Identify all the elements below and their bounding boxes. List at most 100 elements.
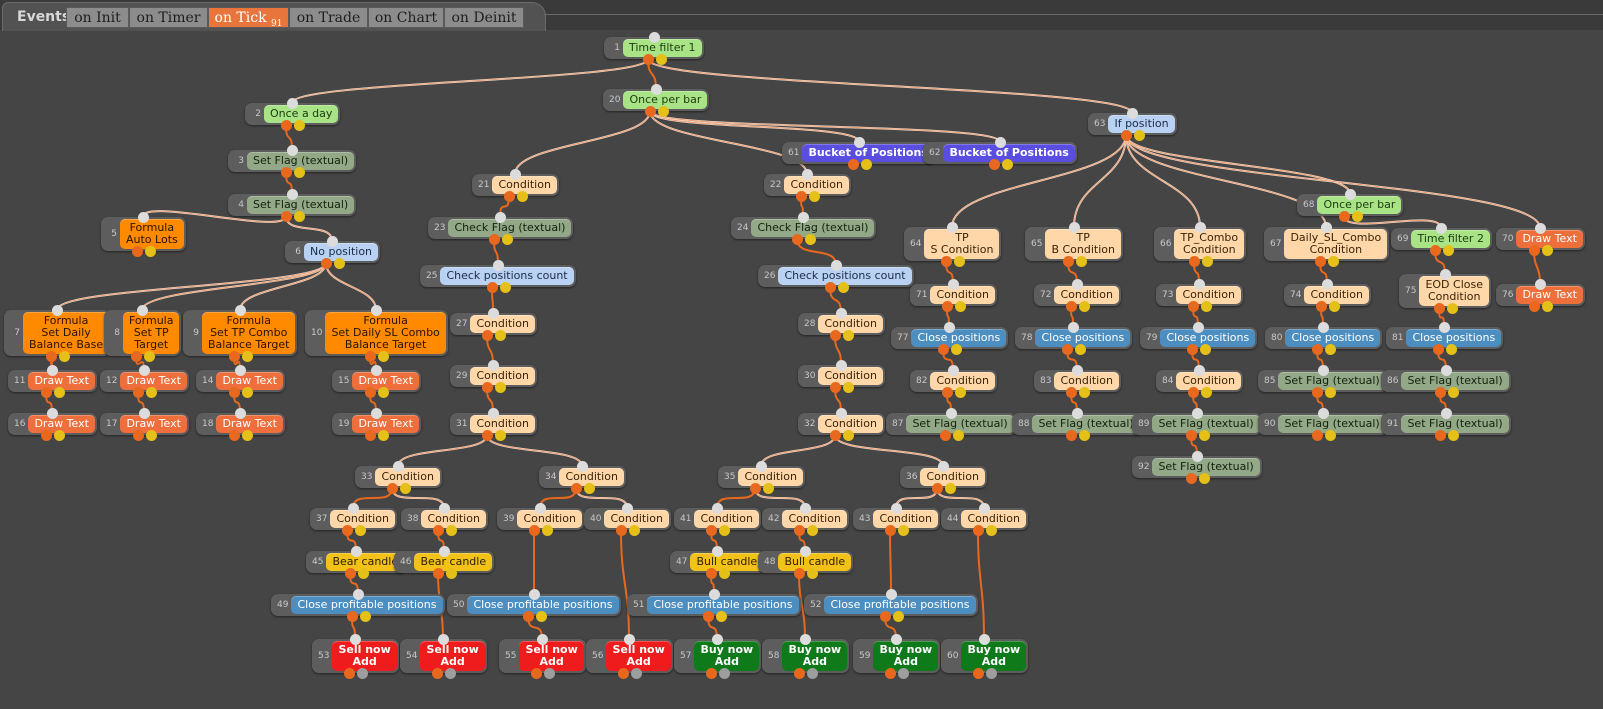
node-4-set-flag-textual[interactable]: 4 Set Flag (textual) <box>228 194 357 216</box>
node-86-set-flag-textual[interactable]: 86 Set Flag (textual) <box>1381 370 1511 392</box>
node-id: 12 <box>106 376 118 386</box>
node-39-condition[interactable]: 39 Condition <box>497 508 584 530</box>
node-37-condition[interactable]: 37 Condition <box>310 508 397 530</box>
node-33-condition[interactable]: 33 Condition <box>355 466 442 488</box>
node-36-condition[interactable]: 36 Condition <box>900 466 987 488</box>
node-48-bull-candle[interactable]: 48 Bull candle <box>758 551 854 573</box>
node-9-formula-set-tp-combo-balance-target[interactable]: 9 Formula Set TP Combo Balance Target <box>183 310 298 356</box>
node-23-check-flag-textual[interactable]: 23 Check Flag (textual) <box>428 217 574 239</box>
node-8-formula-set-tp-target[interactable]: 8 Formula Set TP Target <box>104 310 182 356</box>
node-49-close-profitable-positions[interactable]: 49 Close profitable positions <box>271 594 445 616</box>
node-89-set-flag-textual[interactable]: 89 Set Flag (textual) <box>1132 413 1262 435</box>
node-78-close-positions[interactable]: 78 Close positions <box>1015 327 1133 349</box>
node-76-draw-text[interactable]: 76 Draw Text <box>1496 284 1585 306</box>
node-85-set-flag-textual[interactable]: 85 Set Flag (textual) <box>1258 370 1388 392</box>
node-61-bucket-of-positions[interactable]: 61 Bucket of Positions <box>782 142 936 164</box>
node-59-buy-now-add[interactable]: 59 Buy now Add <box>853 639 941 673</box>
node-41-condition[interactable]: 41 Condition <box>674 508 761 530</box>
node-51-close-profitable-positions[interactable]: 51 Close profitable positions <box>627 594 801 616</box>
node-69-time-filter-2[interactable]: 69 Time filter 2 <box>1391 228 1492 250</box>
node-3-set-flag-textual[interactable]: 3 Set Flag (textual) <box>228 150 357 172</box>
node-1-time-filter-1[interactable]: 1 Time filter 1 <box>604 37 704 59</box>
node-80-close-positions[interactable]: 80 Close positions <box>1265 327 1383 349</box>
node-2-once-a-day[interactable]: 2 Once a day <box>245 103 341 125</box>
tab-on-deinit[interactable]: on Deinit <box>444 7 524 28</box>
node-88-set-flag-textual[interactable]: 88 Set Flag (textual) <box>1012 413 1142 435</box>
node-25-check-positions-count[interactable]: 25 Check positions count <box>420 265 576 287</box>
node-66-tp-combo-condition[interactable]: 66 TP_Combo Condition <box>1154 227 1247 261</box>
node-70-draw-text[interactable]: 70 Draw Text <box>1496 228 1585 250</box>
node-71-condition[interactable]: 71 Condition <box>910 284 997 306</box>
node-50-close-profitable-positions[interactable]: 50 Close profitable positions <box>447 594 621 616</box>
node-57-buy-now-add[interactable]: 57 Buy now Add <box>674 639 762 673</box>
node-11-draw-text[interactable]: 11 Draw Text <box>8 370 97 392</box>
node-68-once-per-bar[interactable]: 68 Once per bar <box>1297 194 1404 216</box>
node-47-bull-candle[interactable]: 47 Bull candle <box>670 551 766 573</box>
node-19-draw-text[interactable]: 19 Draw Text <box>332 413 421 435</box>
node-10-formula-set-daily-sl-combo-balance-target[interactable]: 10 Formula Set Daily SL Combo Balance Targe… <box>305 310 448 356</box>
node-15-draw-text[interactable]: 15 Draw Text <box>332 370 421 392</box>
node-83-condition[interactable]: 83 Condition <box>1034 370 1121 392</box>
node-92-set-flag-textual[interactable]: 92 Set Flag (textual) <box>1132 456 1262 478</box>
node-84-condition[interactable]: 84 Condition <box>1156 370 1243 392</box>
node-38-condition[interactable]: 38 Condition <box>401 508 488 530</box>
node-28-condition[interactable]: 28 Condition <box>798 313 885 335</box>
node-74-condition[interactable]: 74 Condition <box>1284 284 1371 306</box>
node-label-line: Set Flag (textual) <box>1284 417 1380 430</box>
node-60-buy-now-add[interactable]: 60 Buy now Add <box>941 639 1029 673</box>
node-58-buy-now-add[interactable]: 58 Buy now Add <box>762 639 850 673</box>
node-17-draw-text[interactable]: 17 Draw Text <box>100 413 189 435</box>
node-22-condition[interactable]: 22 Condition <box>764 174 851 196</box>
node-29-condition[interactable]: 29 Condition <box>450 365 537 387</box>
node-52-close-profitable-positions[interactable]: 52 Close profitable positions <box>804 594 978 616</box>
node-67-daily-sl-combo-condition[interactable]: 67 Daily_SL_Combo Condition <box>1264 227 1390 261</box>
node-81-close-positions[interactable]: 81 Close positions <box>1386 327 1504 349</box>
node-63-if-position[interactable]: 63 If position <box>1088 113 1177 135</box>
node-55-sell-now-add[interactable]: 55 Sell now Add <box>499 639 586 673</box>
node-35-condition[interactable]: 35 Condition <box>718 466 805 488</box>
node-32-condition[interactable]: 32 Condition <box>798 413 885 435</box>
node-56-sell-now-add[interactable]: 56 Sell now Add <box>586 639 673 673</box>
node-5-formula-auto-lots[interactable]: 5 Formula Auto Lots <box>101 217 186 251</box>
node-75-eod-close-condition[interactable]: 75 EOD Close Condition <box>1399 274 1491 308</box>
node-45-bear-candle[interactable]: 45 Bear candle <box>306 551 407 573</box>
node-82-condition[interactable]: 82 Condition <box>910 370 997 392</box>
tab-on-init[interactable]: on Init <box>66 7 129 28</box>
node-40-condition[interactable]: 40 Condition <box>584 508 671 530</box>
node-90-set-flag-textual[interactable]: 90 Set Flag (textual) <box>1258 413 1388 435</box>
node-62-bucket-of-positions[interactable]: 62 Bucket of Positions <box>923 142 1077 164</box>
node-91-set-flag-textual[interactable]: 91 Set Flag (textual) <box>1381 413 1511 435</box>
node-65-tp-b-condition[interactable]: 65 TP B Condition <box>1025 227 1123 261</box>
node-7-formula-set-daily-balance-base[interactable]: 7 Formula Set Daily Balance Base <box>4 310 112 356</box>
node-72-condition[interactable]: 72 Condition <box>1034 284 1121 306</box>
node-79-close-positions[interactable]: 79 Close positions <box>1140 327 1258 349</box>
node-34-condition[interactable]: 34 Condition <box>539 466 626 488</box>
node-54-sell-now-add[interactable]: 54 Sell now Add <box>400 639 487 673</box>
tab-on-trade[interactable]: on Trade <box>289 7 368 28</box>
node-64-tp-s-condition[interactable]: 64 TP S Condition <box>904 227 1002 261</box>
node-44-condition[interactable]: 44 Condition <box>941 508 1028 530</box>
node-20-once-per-bar[interactable]: 20 Once per bar <box>603 89 710 111</box>
node-43-condition[interactable]: 43 Condition <box>853 508 940 530</box>
node-16-draw-text[interactable]: 16 Draw Text <box>8 413 97 435</box>
node-53-sell-now-add[interactable]: 53 Sell now Add <box>312 639 399 673</box>
node-18-draw-text[interactable]: 18 Draw Text <box>196 413 285 435</box>
node-42-condition[interactable]: 42 Condition <box>762 508 849 530</box>
node-31-condition[interactable]: 31 Condition <box>450 413 537 435</box>
node-87-set-flag-textual[interactable]: 87 Set Flag (textual) <box>886 413 1016 435</box>
node-12-draw-text[interactable]: 12 Draw Text <box>100 370 189 392</box>
node-14-draw-text[interactable]: 14 Draw Text <box>196 370 285 392</box>
node-label-line: Condition <box>936 288 989 301</box>
tab-on-tick[interactable]: on Tick 91 <box>208 7 289 29</box>
node-24-check-flag-textual[interactable]: 24 Check Flag (textual) <box>731 217 877 239</box>
node-6-no-position[interactable]: 6 No position <box>285 241 381 263</box>
tab-on-timer[interactable]: on Timer <box>129 7 208 28</box>
node-77-close-positions[interactable]: 77 Close positions <box>891 327 1009 349</box>
node-26-check-positions-count[interactable]: 26 Check positions count <box>758 265 914 287</box>
node-21-condition[interactable]: 21 Condition <box>472 174 559 196</box>
tab-on-chart[interactable]: on Chart <box>368 7 444 28</box>
node-27-condition[interactable]: 27 Condition <box>450 313 537 335</box>
node-73-condition[interactable]: 73 Condition <box>1156 284 1243 306</box>
node-46-bear-candle[interactable]: 46 Bear candle <box>394 551 495 573</box>
node-30-condition[interactable]: 30 Condition <box>798 365 885 387</box>
